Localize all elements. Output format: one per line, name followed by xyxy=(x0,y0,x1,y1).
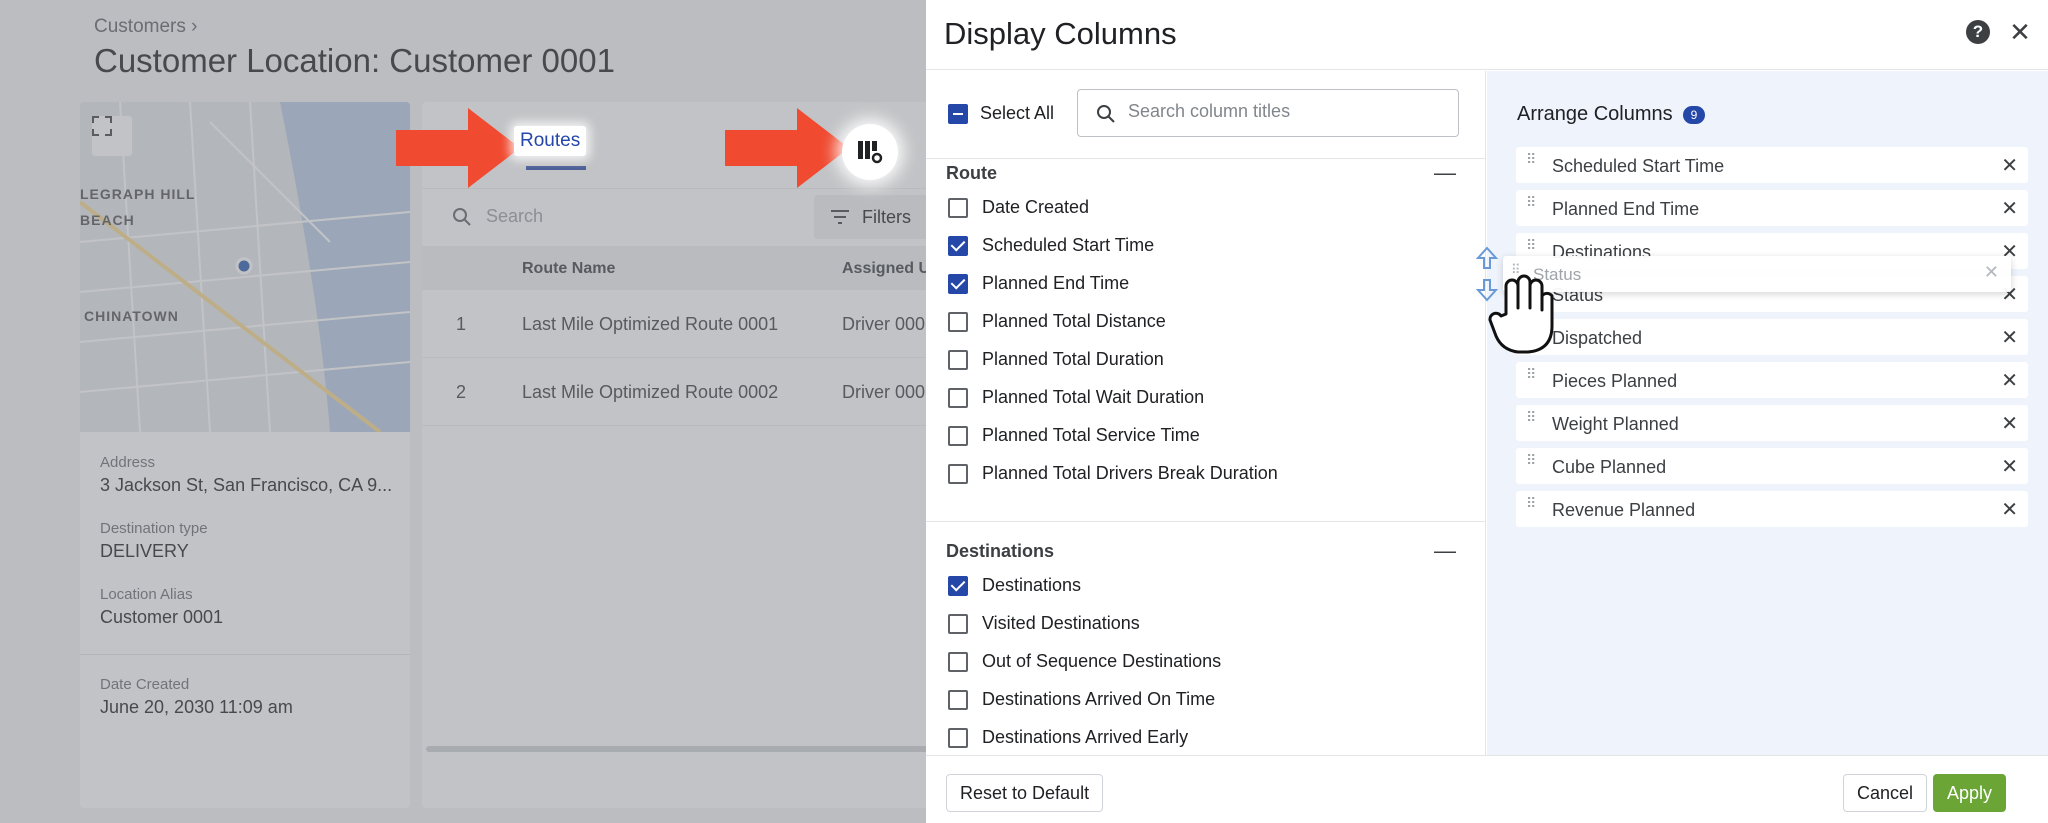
drag-handle-icon: ⠿ xyxy=(1511,262,1521,277)
display-columns-button-highlight[interactable] xyxy=(842,124,898,180)
drawer-title: Display Columns xyxy=(944,16,1177,51)
remove-icon[interactable]: ✕ xyxy=(2001,325,2018,350)
option-scheduled-start-time[interactable]: Scheduled Start Time xyxy=(948,235,1154,256)
drag-handle-icon[interactable]: ⠿ xyxy=(1526,410,1536,424)
option-destinations[interactable]: Destinations xyxy=(948,575,1081,596)
tab-routes-highlight[interactable]: Routes xyxy=(520,130,580,152)
close-icon[interactable]: ✕ xyxy=(2006,18,2034,46)
arrange-item[interactable]: ⠿ Revenue Planned ✕ xyxy=(1516,491,2028,527)
remove-icon[interactable]: ✕ xyxy=(2001,153,2018,178)
help-icon[interactable]: ? xyxy=(1966,20,1990,44)
reset-to-default-button[interactable]: Reset to Default xyxy=(946,774,1104,812)
column-options-pane: Select All Route — Date Created Schedule… xyxy=(926,71,1486,755)
cancel-button[interactable]: Cancel xyxy=(1843,774,1928,812)
arrange-columns-pane: Arrange Columns 9 ⠿ Scheduled Start Time ✕… xyxy=(1487,71,2048,755)
option-destinations-arrived-on-time[interactable]: Destinations Arrived On Time xyxy=(948,689,1215,710)
option-visited-destinations[interactable]: Visited Destinations xyxy=(948,613,1140,634)
column-search-input[interactable] xyxy=(1128,101,1428,122)
drawer-footer: Reset to Default Cancel Apply xyxy=(926,755,2048,823)
highlight-arrow-icon xyxy=(396,108,520,188)
remove-icon[interactable]: ✕ xyxy=(2001,497,2018,522)
collapse-icon[interactable]: — xyxy=(1434,162,1456,184)
option-planned-total-service-time[interactable]: Planned Total Service Time xyxy=(948,425,1200,446)
option-destinations-arrived-early[interactable]: Destinations Arrived Early xyxy=(948,727,1188,748)
option-planned-end-time[interactable]: Planned End Time xyxy=(948,273,1129,294)
group-header-destinations[interactable]: Destinations — xyxy=(946,540,1466,562)
drag-handle-icon[interactable]: ⠿ xyxy=(1526,367,1536,381)
arrange-item[interactable]: ⠿ Weight Planned ✕ xyxy=(1516,405,2028,441)
option-out-of-sequence-destinations[interactable]: Out of Sequence Destinations xyxy=(948,651,1221,672)
drag-handle-icon[interactable]: ⠿ xyxy=(1526,453,1536,467)
arrange-columns-title: Arrange Columns 9 xyxy=(1517,103,1706,126)
drag-handle-icon[interactable]: ⠿ xyxy=(1526,195,1536,209)
select-all-checkbox[interactable]: Select All xyxy=(948,103,1054,124)
arrange-item[interactable]: ⠿ Cube Planned ✕ xyxy=(1516,448,2028,484)
drag-handle-icon[interactable]: ⠿ xyxy=(1526,152,1536,166)
group-header-route[interactable]: Route — xyxy=(946,162,1466,184)
remove-icon[interactable]: ✕ xyxy=(2001,454,2018,479)
search-icon xyxy=(1097,105,1115,123)
arrange-item[interactable]: ⠿Dispatched✕ xyxy=(1516,319,2028,355)
arrange-item[interactable]: ⠿ Scheduled Start Time ✕ xyxy=(1516,147,2028,183)
arrange-item[interactable]: ⠿ Pieces Planned ✕ xyxy=(1516,362,2028,398)
column-search-field[interactable] xyxy=(1077,89,1459,137)
arrange-item[interactable]: ⠿ Planned End Time ✕ xyxy=(1516,190,2028,226)
drag-handle-icon[interactable]: ⠿ xyxy=(1526,238,1536,252)
option-date-created[interactable]: Date Created xyxy=(948,197,1089,218)
apply-button[interactable]: Apply xyxy=(1933,774,2007,812)
indeterminate-checkbox-icon xyxy=(948,103,968,124)
remove-icon[interactable]: ✕ xyxy=(2001,411,2018,436)
remove-icon: ✕ xyxy=(1983,262,1999,282)
option-planned-total-duration[interactable]: Planned Total Duration xyxy=(948,349,1164,370)
drag-handle-icon[interactable]: ⠿ xyxy=(1526,496,1536,510)
option-planned-total-drivers-break-duration[interactable]: Planned Total Drivers Break Duration xyxy=(948,463,1278,484)
hand-cursor-icon xyxy=(1488,274,1554,354)
option-planned-total-wait-duration[interactable]: Planned Total Wait Duration xyxy=(948,387,1204,408)
drawer-header: Display Columns ? ✕ xyxy=(926,0,2048,70)
remove-icon[interactable]: ✕ xyxy=(2001,368,2018,393)
collapse-icon[interactable]: — xyxy=(1434,540,1456,562)
dragging-item[interactable]: ⠿ Status ✕ xyxy=(1503,256,2011,292)
remove-icon[interactable]: ✕ xyxy=(2001,196,2018,221)
option-planned-total-distance[interactable]: Planned Total Distance xyxy=(948,311,1166,332)
column-count-badge: 9 xyxy=(1682,105,1706,124)
columns-settings-icon xyxy=(858,141,883,164)
display-columns-drawer: Display Columns ? ✕ Select All Route — D… xyxy=(926,0,2048,823)
highlight-arrow-icon xyxy=(725,108,849,188)
